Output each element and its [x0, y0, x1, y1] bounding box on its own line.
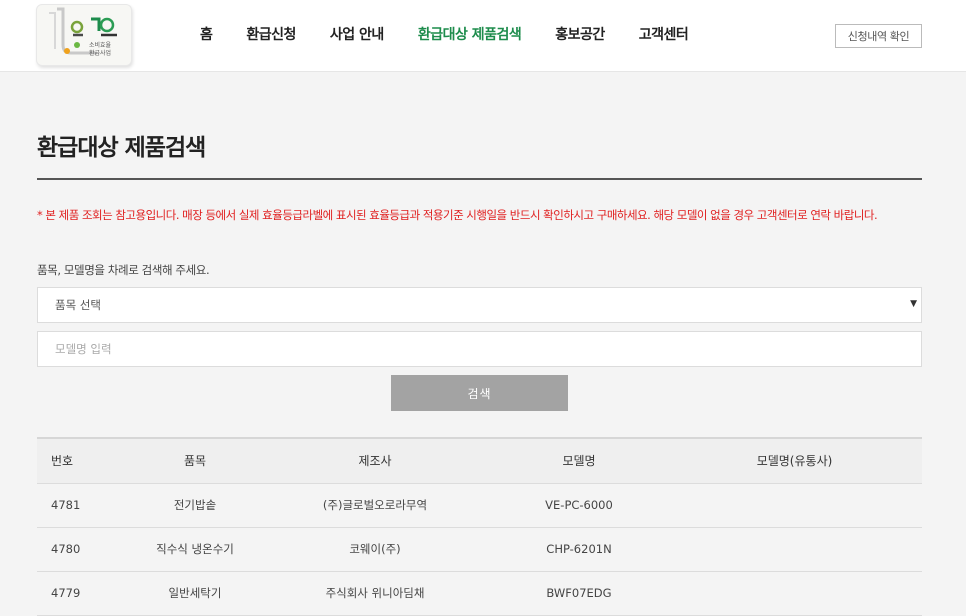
cell-model-distributor: [667, 527, 922, 572]
cell-model-distributor: [667, 571, 922, 616]
top-header: 소비효율 환급사업 홈 환급신청 사업 안내 환급대상 제품검색 홍보공간 고객…: [0, 0, 966, 72]
table-row[interactable]: 4780 직수식 냉온수기 코웨이(주) CHP-6201N: [37, 527, 922, 572]
search-button[interactable]: 검색: [391, 375, 568, 411]
cell-number: 4780: [37, 527, 131, 572]
cell-category: 직수식 냉온수기: [131, 527, 259, 572]
cell-manufacturer: (주)글로벌오로라무역: [259, 483, 491, 528]
cell-manufacturer: 코웨이(주): [259, 527, 491, 572]
notice-text: * 본 제품 조회는 참고용입니다. 매장 등에서 실제 효율등급라벨에 표시된…: [37, 208, 878, 222]
cell-number: 4779: [37, 571, 131, 616]
cell-model: VE-PC-6000: [491, 483, 667, 528]
dropdown-arrow-icon: ▼: [910, 299, 917, 309]
model-name-input[interactable]: [37, 331, 922, 367]
cell-manufacturer: 주식회사 위니아딤채: [259, 571, 491, 616]
logo-graphic: 소비효율 환급사업: [49, 7, 117, 57]
col-header-model: 모델명: [491, 437, 667, 484]
cell-category: 전기밥솥: [131, 483, 259, 528]
col-header-model-distributor: 모델명(유통사): [667, 437, 922, 484]
application-history-button[interactable]: 신청내역 확인: [835, 24, 922, 48]
main-nav: 홈 환급신청 사업 안내 환급대상 제품검색 홍보공간 고객센터: [200, 24, 722, 44]
results-table: 번호 품목 제조사 모델명 모델명(유통사) 4781 전기밥솥 (주)글로벌오…: [37, 437, 922, 616]
col-header-number: 번호: [37, 437, 131, 484]
table-row[interactable]: 4779 일반세탁기 주식회사 위니아딤채 BWF07EDG: [37, 571, 922, 616]
logo[interactable]: 소비효율 환급사업: [36, 4, 132, 66]
cell-model: CHP-6201N: [491, 527, 667, 572]
logo-text-1: 소비효율: [89, 41, 112, 49]
nav-item-customer-center[interactable]: 고객센터: [639, 24, 689, 44]
page-title: 환급대상 제품검색: [37, 135, 206, 161]
cell-model: BWF07EDG: [491, 571, 667, 616]
nav-item-product-search[interactable]: 환급대상 제품검색: [418, 24, 522, 44]
table-row[interactable]: 4781 전기밥솥 (주)글로벌오로라무역 VE-PC-6000: [37, 483, 922, 528]
category-select-value: 품목 선택: [55, 298, 101, 312]
col-header-manufacturer: 제조사: [259, 437, 491, 484]
category-select[interactable]: 품목 선택 ▼: [37, 287, 922, 323]
cell-model-distributor: [667, 483, 922, 528]
nav-item-refund-apply[interactable]: 환급신청: [246, 24, 296, 44]
nav-item-business-info[interactable]: 사업 안내: [330, 24, 384, 44]
title-divider: [37, 178, 922, 180]
cell-category: 일반세탁기: [131, 571, 259, 616]
col-header-category: 품목: [131, 437, 259, 484]
nav-item-promotion[interactable]: 홍보공간: [555, 24, 605, 44]
cell-number: 4781: [37, 483, 131, 528]
instruction-text: 품목, 모델명을 차례로 검색해 주세요.: [37, 263, 210, 277]
nav-item-home[interactable]: 홈: [200, 24, 213, 44]
table-header-row: 번호 품목 제조사 모델명 모델명(유통사): [37, 437, 922, 484]
logo-text-2: 환급사업: [89, 49, 111, 57]
